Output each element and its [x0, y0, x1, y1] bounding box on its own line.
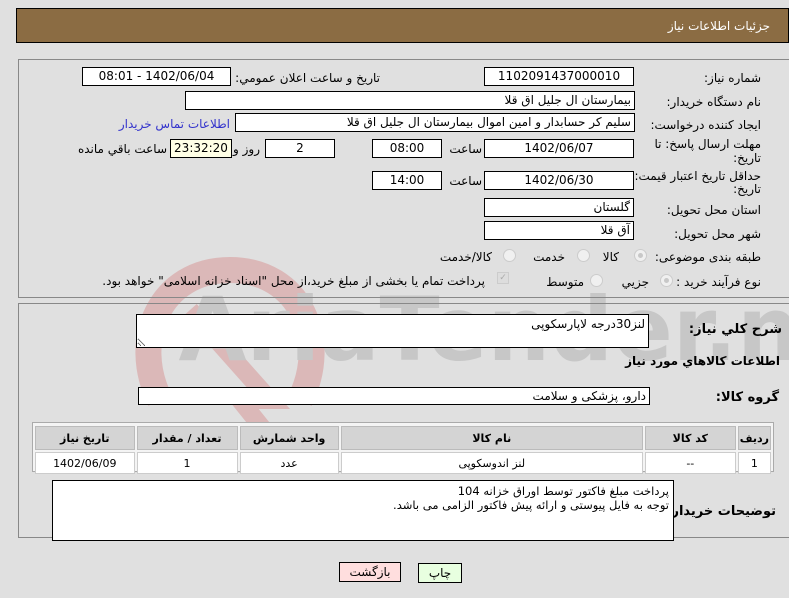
category-option-goods-service: كالا/خدمت — [439, 250, 492, 264]
days-label: روز و — [233, 142, 260, 156]
price-validity-label-2: تاريخ: — [733, 182, 761, 196]
cell-unit: عدد — [239, 452, 339, 474]
remaining-days-field: 2 — [265, 139, 335, 158]
buyer-org-field: بيمارستان ال جليل اق قلا — [185, 91, 635, 110]
purchase-type-option-minor: جزيي — [621, 275, 649, 289]
purchase-type-option-medium: متوسط — [546, 275, 584, 289]
buyer-org-label: نام دستگاه خريدار: — [666, 95, 762, 109]
category-radio-goods-service[interactable] — [503, 249, 516, 262]
reply-deadline-date-field: 1402/06/07 — [484, 139, 634, 158]
price-validity-time-field: 14:00 — [372, 171, 442, 190]
cell-goods-code: -- — [644, 452, 736, 474]
category-label: طبقه بندی موضوعی: — [654, 250, 761, 264]
cell-quantity: 1 — [136, 452, 238, 474]
cell-goods-name: لنز اندوسکوپی — [340, 452, 643, 474]
treasury-checkbox[interactable]: ✓ — [497, 272, 509, 284]
category-option-service: خدمت — [533, 250, 565, 264]
need-number-label: شماره نياز: — [704, 71, 761, 85]
category-radio-goods[interactable] — [634, 249, 647, 262]
back-button[interactable]: بازگشت — [339, 562, 401, 582]
city-label: شهر محل تحويل: — [674, 227, 761, 241]
col-goods-name: نام كالا — [340, 426, 643, 450]
reply-deadline-time-label: ساعت — [449, 142, 482, 156]
city-field: آق قلا — [484, 221, 634, 240]
requester-label: ايجاد كننده درخواست: — [650, 118, 761, 132]
category-option-goods: كالا — [602, 250, 619, 264]
reply-deadline-label-1: مهلت ارسال پاسخ: تا — [654, 137, 761, 151]
treasury-checkbox-label: پرداخت تمام يا بخشی از مبلغ خريد،از محل … — [102, 274, 485, 288]
items-table-header-row: رديف كد كالا نام كالا واحد شمارش تعداد /… — [35, 426, 771, 450]
page-title: جزئيات اطلاعات نياز — [667, 19, 770, 33]
purchase-type-radio-medium[interactable] — [590, 274, 603, 287]
province-field: گلستان — [484, 198, 634, 217]
buyer-notes-textarea[interactable]: پرداخت مبلغ فاکتور توسط اوراق خزانه 104 … — [52, 480, 674, 541]
col-goods-code: كد كالا — [644, 426, 736, 450]
province-label: استان محل تحويل: — [666, 203, 761, 217]
remaining-time-label: ساعت باقي مانده — [77, 142, 167, 156]
cell-row-number: 1 — [737, 452, 771, 474]
goods-group-label: گروه كالا: — [715, 390, 779, 405]
goods-group-field: دارو، پزشكی و سلامت — [138, 387, 650, 405]
category-radio-service[interactable] — [577, 249, 590, 262]
requester-field: سليم كر حسابدار و امين اموال بيمارستان ا… — [235, 113, 635, 132]
buyer-notes-label: توضيحات خريدار: — [666, 504, 776, 519]
announce-datetime-field: 1402/06/04 - 08:01 — [82, 67, 231, 86]
price-validity-date-field: 1402/06/30 — [484, 171, 634, 190]
buyer-contact-link[interactable]: اطلاعات تماس خريدار — [119, 117, 230, 131]
announce-datetime-label: تاريخ و ساعت اعلان عمومي: — [235, 71, 380, 85]
need-number-field: 1102091437000010 — [484, 67, 634, 86]
items-section-title: اطلاعات كالاهاي مورد نياز — [625, 354, 780, 368]
items-table: رديف كد كالا نام كالا واحد شمارش تعداد /… — [33, 424, 773, 476]
cell-need-date: 1402/06/09 — [35, 452, 135, 474]
buyer-notes-line-1: پرداخت مبلغ فاکتور توسط اوراق خزانه 104 — [457, 484, 669, 498]
reply-deadline-label-2: تاريخ: — [733, 151, 761, 165]
purchase-type-label: نوع فرآيند خريد : — [676, 275, 761, 289]
price-validity-label-1: حداقل تاريخ اعتبار قيمت: تا — [623, 169, 761, 183]
page-header: جزئيات اطلاعات نياز — [16, 8, 789, 43]
remaining-time-field: 23:32:20 — [170, 139, 232, 158]
col-unit: واحد شمارش — [239, 426, 339, 450]
general-desc-label: شرح كلي نياز: — [688, 322, 782, 337]
col-need-date: تاريخ نياز — [35, 426, 135, 450]
table-row: 1 -- لنز اندوسکوپی عدد 1 1402/06/09 — [35, 452, 771, 474]
col-row-number: رديف — [737, 426, 771, 450]
reply-deadline-time-field: 08:00 — [372, 139, 442, 158]
price-validity-time-label: ساعت — [449, 174, 482, 188]
purchase-type-radio-minor[interactable] — [660, 274, 673, 287]
general-desc-textarea[interactable] — [136, 314, 649, 348]
col-quantity: تعداد / مقدار — [136, 426, 238, 450]
buyer-notes-line-2: توجه به فایل پیوستی و ارائه پیش فاکتور ا… — [393, 498, 669, 512]
print-button[interactable]: چاپ — [418, 563, 462, 583]
